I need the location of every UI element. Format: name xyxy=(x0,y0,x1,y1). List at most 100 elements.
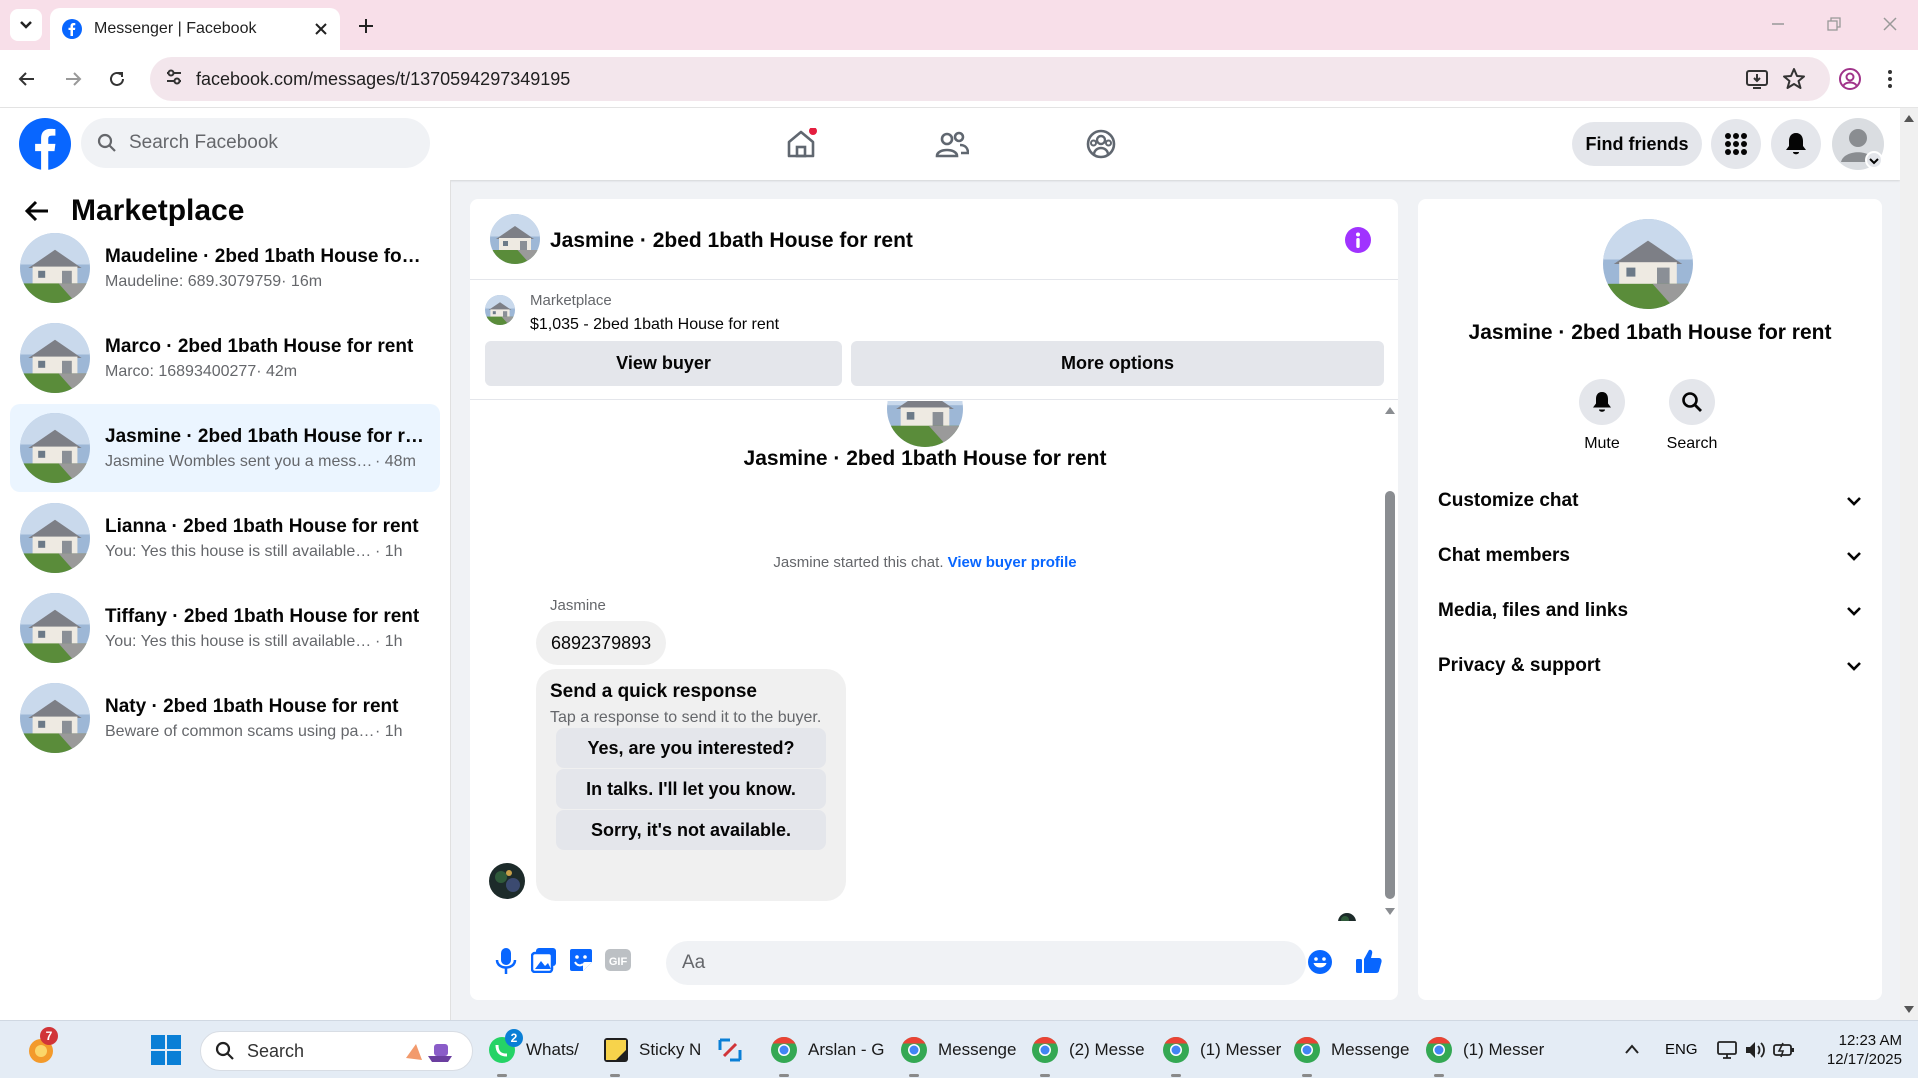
taskbar-chrome-window[interactable]: Arslan - G xyxy=(769,1021,885,1078)
quick-response-in-talks[interactable]: In talks. I'll let you know. xyxy=(556,769,826,809)
menu-button[interactable] xyxy=(1711,119,1761,169)
info-icon[interactable] xyxy=(1344,226,1372,254)
listing-thumbnail xyxy=(20,323,90,393)
sender-avatar[interactable] xyxy=(489,863,525,899)
taskbar-notification-app[interactable]: 7 xyxy=(26,1021,58,1078)
browser-tab[interactable]: Messenger | Facebook xyxy=(50,8,340,50)
taskbar-chrome-window[interactable]: (2) Messe xyxy=(1030,1021,1145,1078)
conversation-item[interactable]: Marco · 2bed 1bath House for rent Marco:… xyxy=(10,314,440,402)
more-vertical-icon[interactable] xyxy=(1884,67,1896,91)
taskbar-chrome-window[interactable]: Messenge xyxy=(1292,1021,1409,1078)
conversation-time: · 16m xyxy=(281,272,323,290)
battery-icon[interactable] xyxy=(1772,1039,1796,1061)
taskbar-chrome-window[interactable]: (1) Messer xyxy=(1424,1021,1544,1078)
privacy-support-section[interactable]: Privacy & support xyxy=(1438,646,1862,686)
conversation-item[interactable]: Lianna · 2bed 1bath House for rent You: … xyxy=(10,494,440,582)
taskbar-app-label: Whats/ xyxy=(526,1040,579,1059)
reload-button[interactable] xyxy=(100,62,134,96)
more-options-button[interactable]: More options xyxy=(851,341,1384,386)
thread-scrollbar[interactable] xyxy=(1380,401,1398,921)
scrollbar-thumb[interactable] xyxy=(1385,491,1395,899)
mute-label: Mute xyxy=(1584,435,1620,452)
chevron-up-icon[interactable] xyxy=(1624,1043,1640,1055)
language-indicator[interactable]: ENG xyxy=(1665,1041,1698,1058)
back-button[interactable] xyxy=(10,62,44,96)
listing-title: $1,035 - 2bed 1bath House for rent xyxy=(530,316,780,333)
message-input[interactable]: Aa xyxy=(666,941,1306,985)
quick-response-interested[interactable]: Yes, are you interested? xyxy=(556,728,826,768)
section-label: Privacy & support xyxy=(1438,655,1601,676)
volume-icon[interactable] xyxy=(1744,1039,1766,1061)
listing-thumbnail xyxy=(20,233,90,303)
taskbar-sticky-notes[interactable]: Sticky N xyxy=(602,1021,701,1078)
account-avatar[interactable] xyxy=(1832,118,1884,170)
profile-icon[interactable] xyxy=(1838,67,1862,91)
marketplace-title: Marketplace xyxy=(71,194,245,227)
search-action[interactable]: Search xyxy=(1652,379,1732,453)
message-bubble[interactable]: 6892379893 xyxy=(536,621,667,665)
restore-icon xyxy=(1827,17,1841,31)
home-nav[interactable] xyxy=(778,121,824,167)
microphone-icon[interactable] xyxy=(495,947,517,975)
page-scrollbar[interactable] xyxy=(1900,108,1918,1020)
scroll-down-icon[interactable] xyxy=(1384,907,1396,917)
network-icon[interactable] xyxy=(1716,1039,1738,1061)
taskbar-chrome-window[interactable]: (1) Messer xyxy=(1161,1021,1281,1078)
minimize-icon xyxy=(1772,23,1784,25)
view-buyer-button[interactable]: View buyer xyxy=(485,341,842,386)
start-button[interactable] xyxy=(150,1021,182,1078)
photo-icon[interactable] xyxy=(531,947,557,973)
conversation-item[interactable]: Naty · 2bed 1bath House for rent Beware … xyxy=(10,674,440,762)
details-listing-thumbnail xyxy=(1603,219,1693,309)
conversation-preview: Jasmine Wombles sent you a messa... xyxy=(105,452,375,470)
system-clock[interactable]: 12:23 AM 12/17/2025 xyxy=(1812,1031,1902,1069)
emoji-icon[interactable] xyxy=(1307,949,1333,975)
friends-nav[interactable] xyxy=(929,121,975,167)
taskbar-whatsapp[interactable]: 2 Whats/ xyxy=(487,1021,579,1078)
media-files-links-section[interactable]: Media, files and links xyxy=(1438,591,1862,631)
conversation-item-active[interactable]: Jasmine · 2bed 1bath House for rent Jasm… xyxy=(10,404,440,492)
bell-icon xyxy=(1786,133,1806,155)
chat-title[interactable]: Jasmine · 2bed 1bath House for rent xyxy=(550,229,913,253)
chat-listing-thumbnail[interactable] xyxy=(490,214,540,264)
bookmark-star-icon[interactable] xyxy=(1782,67,1806,91)
tab-list-button[interactable] xyxy=(10,9,42,41)
sticker-icon[interactable] xyxy=(568,947,594,973)
close-tab-icon[interactable] xyxy=(314,22,328,36)
install-app-icon[interactable] xyxy=(1745,67,1769,91)
find-friends-button[interactable]: Find friends xyxy=(1572,122,1702,166)
close-window-button[interactable] xyxy=(1878,12,1902,36)
facebook-search-input[interactable]: Search Facebook xyxy=(81,118,430,168)
scroll-up-icon[interactable] xyxy=(1904,114,1914,122)
taskbar-search[interactable]: Search xyxy=(200,1031,473,1071)
view-buyer-profile-link[interactable]: View buyer profile xyxy=(948,554,1077,571)
taskbar-app-label: (1) Messer xyxy=(1463,1040,1545,1059)
forward-button[interactable] xyxy=(56,62,90,96)
like-thumbs-up-icon[interactable] xyxy=(1355,947,1383,975)
conversation-item[interactable]: Tiffany · 2bed 1bath House for rent You:… xyxy=(10,584,440,672)
taskbar-snipping-tool[interactable] xyxy=(716,1021,744,1078)
gif-icon[interactable]: GIF xyxy=(604,947,632,973)
facebook-logo-icon[interactable] xyxy=(19,118,71,170)
site-settings-icon[interactable] xyxy=(164,67,184,87)
groups-nav[interactable] xyxy=(1078,121,1124,167)
groups-icon xyxy=(1086,129,1116,159)
taskbar-chrome-window[interactable]: Messenge xyxy=(899,1021,1016,1078)
new-tab-button[interactable] xyxy=(352,12,380,40)
scroll-down-icon[interactable] xyxy=(1904,1006,1914,1014)
grid-menu-icon xyxy=(1725,133,1747,155)
conversation-item[interactable]: Maudeline · 2bed 1bath House for ... Mau… xyxy=(10,224,440,312)
restore-button[interactable] xyxy=(1822,12,1846,36)
chrome-icon xyxy=(771,1036,797,1063)
chat-members-section[interactable]: Chat members xyxy=(1438,536,1862,576)
customize-chat-section[interactable]: Customize chat xyxy=(1438,481,1862,521)
address-bar[interactable]: facebook.com/messages/t/1370594297349195 xyxy=(150,57,1830,101)
scroll-up-icon[interactable] xyxy=(1384,405,1396,415)
quick-response-not-available[interactable]: Sorry, it's not available. xyxy=(556,810,826,850)
conversation-preview: Beware of common scams using pay... xyxy=(105,722,375,740)
back-arrow-icon[interactable] xyxy=(24,198,50,224)
notifications-button[interactable] xyxy=(1771,119,1821,169)
mute-action[interactable]: Mute xyxy=(1562,379,1642,453)
minimize-button[interactable] xyxy=(1766,12,1790,36)
url-text: facebook.com/messages/t/1370594297349195 xyxy=(196,68,571,89)
